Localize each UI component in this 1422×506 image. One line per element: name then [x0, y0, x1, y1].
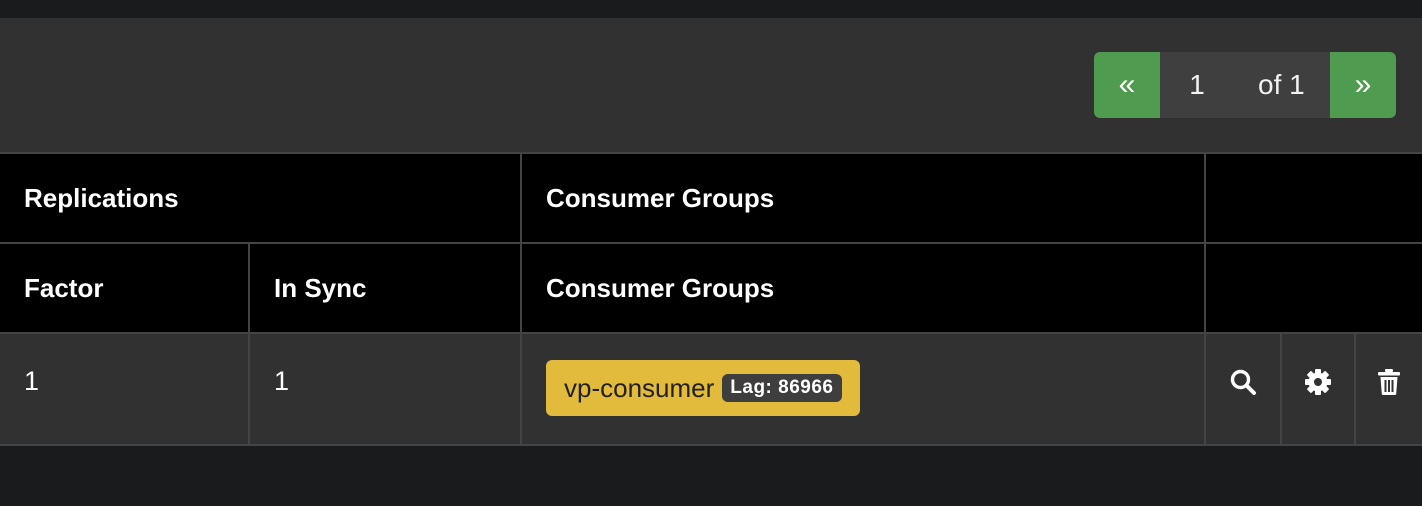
- factor-column-header[interactable]: Factor: [0, 242, 250, 334]
- page-total-label: of 1: [1258, 69, 1305, 100]
- search-icon: [1230, 369, 1256, 395]
- replications-group-header: Replications: [0, 152, 522, 244]
- toolbar: « of 1 »: [0, 18, 1422, 152]
- gear-icon: [1305, 369, 1331, 395]
- trash-icon: [1378, 369, 1400, 395]
- topic-table: Replications Consumer Groups Factor In S…: [0, 152, 1422, 446]
- consumer-groups-cell: vp-consumer Lag: 86966: [520, 332, 1206, 446]
- next-page-button[interactable]: »: [1330, 52, 1396, 118]
- settings-action-cell: [1280, 332, 1356, 446]
- in-sync-cell: 1: [248, 332, 522, 446]
- page-number-input[interactable]: [1160, 52, 1234, 118]
- actions-group-header: [1203, 152, 1422, 244]
- factor-cell: 1: [0, 332, 250, 446]
- consumer-group-tag[interactable]: vp-consumer Lag: 86966: [546, 360, 860, 416]
- pagination: « of 1 »: [1094, 52, 1396, 118]
- topic-settings-button[interactable]: [1282, 332, 1354, 432]
- page-indicator: of 1: [1160, 52, 1330, 118]
- column-header-row: Factor In Sync Consumer Groups: [0, 242, 1422, 334]
- actions-column-header: [1203, 242, 1422, 334]
- consumer-group-name: vp-consumer: [564, 372, 715, 403]
- view-topic-button[interactable]: [1206, 332, 1280, 432]
- table-row[interactable]: 1 1 vp-consumer Lag: 86966: [0, 332, 1422, 446]
- delete-topic-button[interactable]: [1356, 332, 1422, 432]
- delete-action-cell: [1353, 332, 1422, 446]
- in-sync-column-header[interactable]: In Sync: [248, 242, 522, 334]
- search-action-cell: [1204, 332, 1282, 446]
- page: « of 1 » Replications Consumer Groups Fa: [0, 0, 1422, 506]
- group-header-row: Replications Consumer Groups: [0, 152, 1422, 244]
- prev-page-button[interactable]: «: [1094, 52, 1160, 118]
- consumer-groups-column-header[interactable]: Consumer Groups: [520, 242, 1206, 334]
- lag-badge: Lag: 86966: [722, 374, 842, 402]
- consumer-groups-group-header: Consumer Groups: [520, 152, 1206, 244]
